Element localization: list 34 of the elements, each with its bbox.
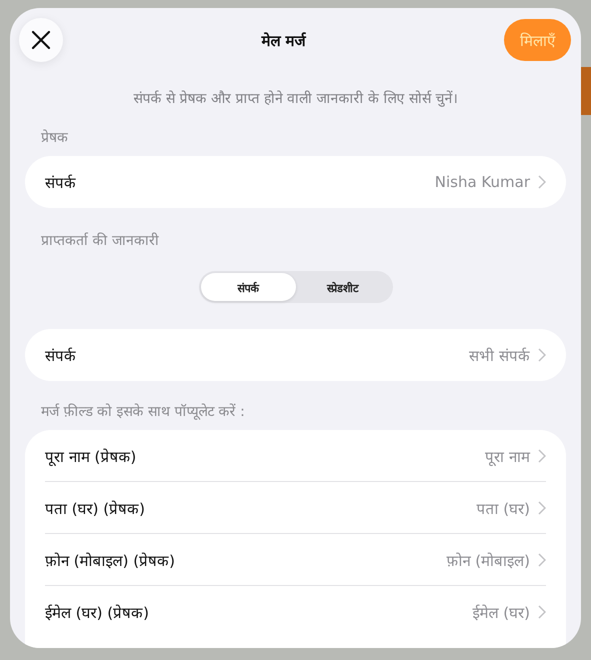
chevron-icon <box>538 500 546 514</box>
row-value: Nisha Kumar <box>434 173 530 191</box>
field-row[interactable]: पता (घर) (प्रेषक) पता (घर) <box>45 482 546 534</box>
sender-row[interactable]: संपर्क Nisha Kumar <box>25 156 566 208</box>
row-value: पूरा नाम <box>485 446 530 466</box>
segment-tab[interactable]: स्प्रेडशीट <box>296 273 390 301</box>
row-label: ईमेल (घर) (प्रेषक) <box>45 602 149 622</box>
field-row[interactable]: ईमेल (घर) (प्रेषक) ईमेल (घर) <box>45 586 546 638</box>
row-label: संपर्क <box>45 346 76 365</box>
field-row[interactable]: पूरा नाम (प्रेषक) पूरा नाम <box>45 430 546 482</box>
section-heading: प्राप्तकर्ता की जानकारी <box>40 232 160 249</box>
section-heading: प्रेषक <box>40 128 69 146</box>
description-text: संपर्क से प्रेषक और प्राप्त होने वाली जानकारी के लिए सोर्स चुनें। <box>132 90 458 107</box>
chevron-icon <box>538 348 546 362</box>
background-bar <box>581 67 591 115</box>
section-heading: मर्ज फ़ील्ड को इसके साथ पॉप्यूलेट करें : <box>40 402 246 420</box>
row-value: फ़ोन (मोबाइल) <box>446 550 530 570</box>
chevron-icon <box>538 448 546 462</box>
chevron-icon <box>538 552 546 566</box>
row-value: ईमेल (घर) <box>472 602 530 622</box>
chevron-icon <box>538 604 546 618</box>
row-label: संपर्क <box>45 173 76 192</box>
field-row[interactable]: फ़ोन (मोबाइल) (प्रेषक) फ़ोन (मोबाइल) <box>45 534 546 586</box>
recipient-row[interactable]: संपर्क सभी संपर्क <box>25 329 566 381</box>
dialog-title: मेल मर्ज <box>261 31 306 50</box>
row-value: पता (घर) <box>476 498 530 518</box>
row-label: फ़ोन (मोबाइल) (प्रेषक) <box>45 550 175 570</box>
chevron-icon <box>538 175 546 189</box>
row-value: सभी संपर्क <box>469 346 530 365</box>
close-icon <box>31 30 51 50</box>
close-button[interactable] <box>19 18 63 62</box>
segment-tab[interactable]: संपर्क <box>200 273 296 301</box>
row-label: पता (घर) (प्रेषक) <box>45 498 145 518</box>
row-label: पूरा नाम (प्रेषक) <box>45 446 136 466</box>
